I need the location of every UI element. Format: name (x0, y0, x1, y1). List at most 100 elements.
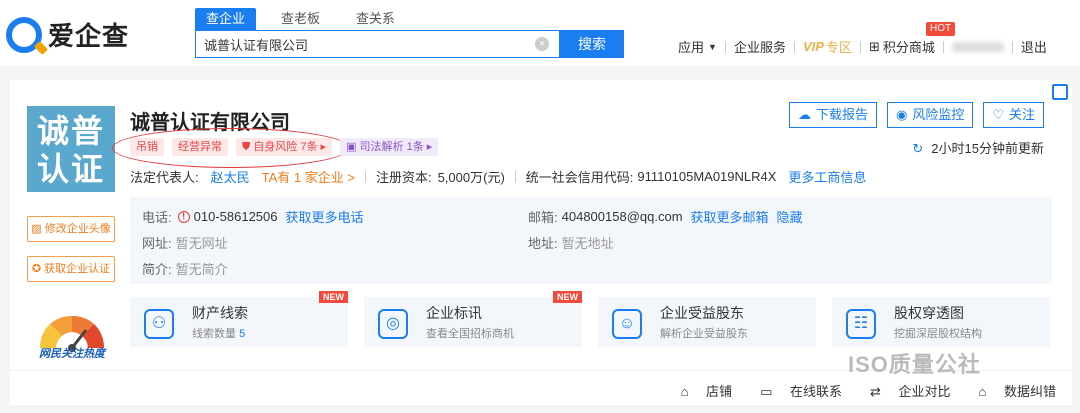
judicial-badge[interactable]: ▣ 司法解析 1条 ▸ (340, 138, 439, 156)
brand-logo[interactable]: 爱企查 (6, 16, 129, 53)
email-row: 邮箱: 404800158@qq.com 获取更多邮箱 隐藏 (528, 207, 803, 226)
download-report-button[interactable]: ☁ 下载报告 (788, 102, 877, 128)
edit-avatar-button[interactable]: ▨ 修改企业头像 (27, 216, 115, 242)
intro-value: 暂无简介 (175, 262, 228, 277)
feature-subtitle: 查看全国招标商机 (426, 328, 514, 340)
feature-subtitle: 线索数量 5 (192, 325, 245, 341)
nav-divider (1011, 40, 1013, 53)
nav-divider (724, 40, 726, 53)
get-certification-button[interactable]: ✪ 获取企业认证 (27, 256, 115, 282)
feature-tender-news[interactable]: ◎ 企业标讯 查看全国招标商机 NEW (364, 291, 582, 347)
compare-label: 企业对比 (898, 384, 951, 399)
hide-link[interactable]: 隐藏 (777, 207, 803, 226)
nav-enterprise-service[interactable]: 企业服务 (734, 37, 786, 56)
risk-badge-label: 自身风险 7条 ▸ (253, 141, 327, 153)
feature-subtitle: 解析企业受益股东 (660, 328, 748, 340)
feature-subtitle: 挖掘深层股权结构 (894, 328, 982, 340)
nav-logout[interactable]: 退出 (1021, 37, 1047, 56)
nav-divider (793, 40, 795, 53)
nav-divider (942, 40, 944, 53)
company-basic-info: 法定代表人: 赵太民 TA有 1 家企业 > 注册资本: 5,000万(元) 统… (130, 167, 866, 186)
top-bar: 爱企查 查企业 查老板 查关系 × 搜索 HOT 应用 ▼ 企业服务 VIP 专… (0, 0, 1080, 66)
company-avatar: 诚普 认证 (27, 106, 115, 192)
tab-boss[interactable]: 查老板 (270, 8, 331, 30)
new-badge: NEW (319, 291, 348, 303)
phone-value: 010-58612506 (193, 209, 278, 224)
feature-beneficial-owners[interactable]: ☺ 企业受益股东 解析企业受益股东 (598, 297, 816, 347)
feature-equity-chart[interactable]: ☷ 股权穿透图 挖掘深层股权结构 (832, 297, 1050, 347)
top-nav: 应用 ▼ 企业服务 VIP 专区 ⊞ 积分商城 退出 (678, 37, 1047, 56)
legal-rep-more-link[interactable]: TA有 1 家企业 > (262, 167, 355, 186)
clear-icon[interactable]: × (535, 37, 549, 51)
tab-relation[interactable]: 查关系 (345, 8, 406, 30)
info-divider (514, 170, 516, 183)
risk-monitor-button[interactable]: ◉ 风险监控 (886, 102, 974, 128)
website-value: 暂无网址 (175, 236, 228, 251)
nav-divider (859, 40, 861, 53)
alert-icon: ! (177, 210, 190, 223)
address-value: 暂无地址 (561, 236, 614, 251)
nav-points-mall[interactable]: 积分商城 (883, 37, 935, 56)
org-chart-icon: ☷ (846, 309, 876, 339)
clue-count: 5 (239, 328, 246, 340)
heart-icon: ♡ (992, 107, 1004, 122)
capital-label: 注册资本: (375, 170, 432, 185)
edit-icon: ⌂ (978, 384, 990, 399)
address-label: 地址: (528, 236, 558, 251)
compare-icon: ⇄ (869, 384, 885, 399)
legal-rep-link[interactable]: 赵太民 (211, 167, 250, 186)
data-correct-label: 数据纠错 (1003, 384, 1056, 399)
address-row: 地址: 暂无地址 (528, 233, 614, 252)
search-input[interactable] (196, 31, 516, 57)
clue-icon: ⚇ (144, 309, 174, 339)
feature-title: 财产线索 (192, 305, 248, 321)
logo-icon (6, 16, 42, 53)
target-icon: ◎ (378, 309, 408, 339)
action-buttons: ☁ 下载报告 ◉ 风险监控 ♡ 关注 (779, 102, 1044, 128)
watermark: ISO质量公社 (848, 352, 981, 377)
update-time: 2小时15分钟前更新 (931, 141, 1044, 156)
more-info-link[interactable]: 更多工商信息 (788, 167, 866, 186)
refresh-icon[interactable]: ↻ (912, 141, 923, 156)
hot-badge: HOT (926, 22, 956, 36)
nav-vip[interactable]: VIP (803, 39, 824, 54)
risk-badge[interactable]: ⛊ 自身风险 7条 ▸ (236, 138, 333, 156)
email-value: 404800158@qq.com (561, 209, 683, 224)
phone-label: 电话: (142, 210, 172, 225)
image-icon: ▨ (31, 223, 45, 235)
search-button[interactable]: 搜索 (560, 30, 624, 58)
follow-button[interactable]: ♡ 关注 (983, 102, 1044, 128)
feature-property-clues[interactable]: ⚇ 财产线索 线索数量 5 NEW (130, 291, 348, 347)
update-status: ↻ 2小时15分钟前更新 (912, 138, 1044, 157)
user-name-blurred[interactable] (951, 41, 1004, 52)
more-phone-link[interactable]: 获取更多电话 (285, 207, 363, 226)
download-report-label: 下载报告 (815, 107, 868, 122)
user-money-icon: ☺ (612, 309, 642, 339)
gift-icon: ⊞ (868, 38, 880, 54)
feature-title: 企业标讯 (426, 305, 482, 321)
get-certification-label: 获取企业认证 (44, 263, 111, 275)
capital-value: 5,000万(元) (437, 170, 505, 185)
more-email-link[interactable]: 获取更多邮箱 (691, 207, 769, 226)
compare-link[interactable]: ⇄ 企业对比 (856, 381, 951, 400)
qr-code-icon[interactable] (1052, 84, 1068, 100)
brand-name: 爱企查 (48, 21, 130, 51)
judicial-badge-label: 司法解析 1条 ▸ (359, 141, 433, 153)
store-link[interactable]: ⌂ 店铺 (667, 381, 732, 400)
email-label: 邮箱: (528, 210, 558, 225)
feature-title: 股权穿透图 (894, 305, 964, 321)
book-icon: ▣ (346, 141, 360, 153)
follow-label: 关注 (1008, 107, 1035, 122)
bottom-links: ⌂ 店铺 ▭ 在线联系 ⇄ 企业对比 ⌂ 数据纠错 (653, 381, 1056, 400)
store-icon: ⌂ (680, 384, 693, 399)
intro-label: 简介: (142, 262, 172, 277)
store-label: 店铺 (706, 384, 733, 399)
website-label: 网址: (142, 236, 172, 251)
status-badge-abnormal[interactable]: 经营异常 (172, 138, 228, 156)
nav-app[interactable]: 应用 (678, 37, 704, 56)
nav-vip-zone[interactable]: 专区 (826, 37, 852, 56)
tab-company[interactable]: 查企业 (195, 8, 257, 30)
chevron-down-icon: ▼ (708, 41, 717, 52)
online-contact-link[interactable]: ▭ 在线联系 (746, 381, 842, 400)
data-correct-link[interactable]: ⌂ 数据纠错 (965, 381, 1056, 400)
